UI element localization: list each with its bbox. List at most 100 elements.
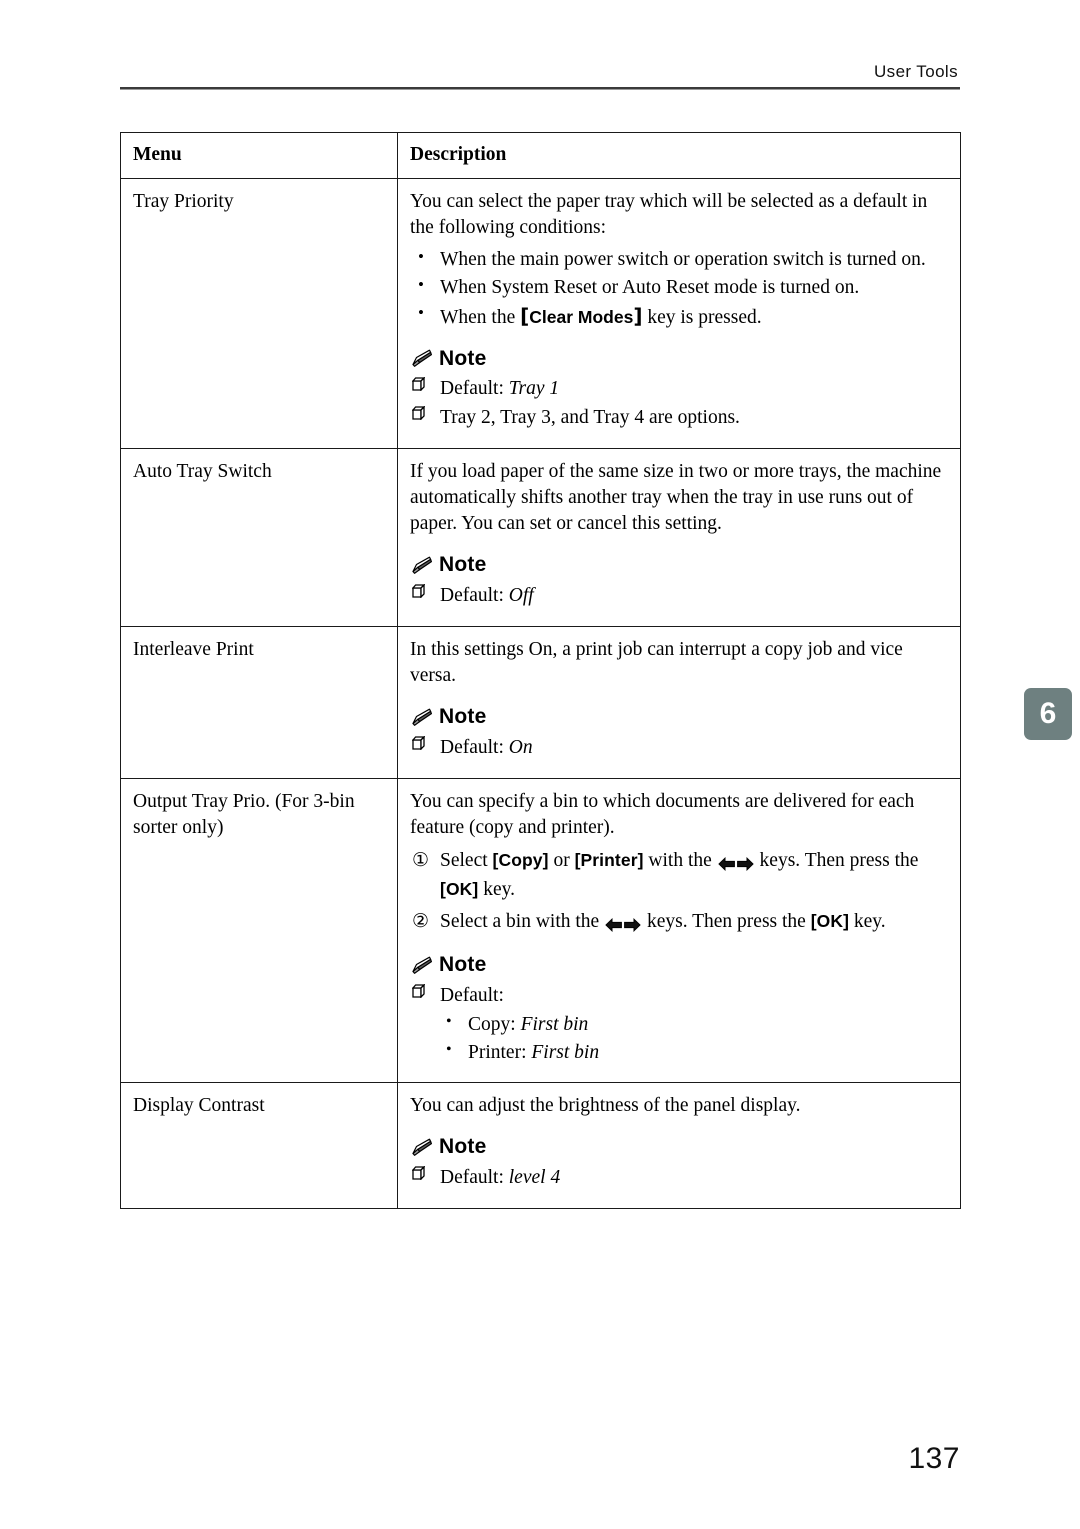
table-row: Interleave Print In this settings On, a …	[120, 625, 961, 779]
note-item-list: Default: Off	[410, 583, 948, 609]
list-item: Copy: First bin	[410, 1011, 948, 1038]
step-text: keys. Then press the	[642, 911, 811, 933]
note-label: Note	[439, 704, 487, 728]
step-text: key.	[478, 878, 515, 900]
chapter-tab-marker: 6	[1024, 688, 1072, 740]
note-heading: Note	[410, 345, 948, 373]
running-title: User Tools	[874, 62, 958, 81]
note-label: Note	[439, 553, 487, 577]
box-bullet-icon	[412, 583, 425, 598]
list-item: Default: level 4	[410, 1165, 948, 1191]
condition-bullet-list: When the main power switch or operation …	[410, 246, 948, 331]
left-arrow-key-icon	[605, 917, 622, 932]
description-cell: You can adjust the brightness of the pan…	[397, 1082, 961, 1209]
note-item-list: Default: On	[410, 735, 948, 761]
description-cell: You can select the paper tray which will…	[397, 177, 961, 450]
page-running-header: User Tools	[120, 62, 960, 90]
box-bullet-icon	[412, 406, 425, 421]
step-number-marker: ①	[412, 849, 430, 872]
clear-modes-keycap: [Clear Modes]	[520, 303, 643, 328]
table-row: Auto Tray Switch If you load paper of th…	[120, 448, 961, 627]
note-item-text: Default:	[440, 378, 509, 400]
table-body: Tray Priority You can select the paper t…	[120, 177, 961, 1209]
settings-table: Menu Description Tray Priority You can s…	[120, 132, 961, 1209]
note-label: Note	[439, 953, 487, 977]
step-number-marker: ②	[412, 910, 430, 933]
menu-name-cell: Display Contrast	[120, 1082, 398, 1209]
table-row: Tray Priority You can select the paper t…	[120, 177, 961, 450]
arrow-keys-group	[605, 911, 641, 937]
pencil-icon	[412, 350, 432, 368]
note-item-emphasis: Off	[508, 584, 534, 606]
note-item-text: Tray 2, Tray 3, and Tray 4 are options.	[440, 407, 740, 429]
pencil-icon	[412, 1138, 432, 1156]
step-text: Select a bin with the	[440, 911, 605, 933]
pencil-icon	[412, 708, 432, 726]
table-row: Output Tray Prio. (For 3-bin sorter only…	[120, 777, 961, 1084]
printer-keycap: [Printer]	[574, 850, 644, 871]
column-header-description: Description	[397, 132, 961, 179]
step-text: key.	[849, 911, 886, 933]
keycap-label: OK	[816, 911, 844, 932]
step-text: Select	[440, 850, 493, 872]
keycap-label: Printer	[580, 850, 638, 871]
description-cell: If you load paper of the same size in tw…	[397, 448, 961, 627]
note-item-text: Default:	[440, 985, 504, 1007]
note-item-emphasis: Tray 1	[508, 378, 560, 400]
note-item-text: Default:	[440, 1166, 509, 1188]
pencil-icon	[412, 556, 432, 574]
note-item-list: Default: level 4	[410, 1165, 948, 1191]
step-text: or	[548, 850, 575, 872]
pencil-icon	[412, 956, 432, 975]
description-intro: You can select the paper tray which will…	[410, 190, 928, 238]
list-item: Default: Tray 1	[410, 376, 948, 402]
note-heading: Note	[410, 703, 948, 731]
description-cell: In this settings On, a print job can int…	[397, 625, 961, 779]
note-item-text: Default:	[440, 736, 509, 758]
list-item: When System Reset or Auto Reset mode is …	[410, 274, 948, 301]
note-label: Note	[439, 1134, 487, 1158]
left-arrow-key-icon	[717, 856, 735, 871]
procedure-step-list: ① Select [Copy] or [Printer] with the key…	[410, 848, 948, 937]
note-heading: Note	[410, 951, 948, 979]
box-bullet-icon	[412, 984, 425, 999]
list-item: When the main power switch or operation …	[410, 246, 948, 273]
box-bullet-icon	[412, 377, 425, 392]
list-item: Printer: First bin	[410, 1039, 948, 1066]
note-item-list: Default:	[410, 983, 948, 1009]
page-number: 137	[908, 1442, 960, 1475]
header-divider-rule	[120, 87, 960, 90]
menu-name-cell: Tray Priority	[120, 177, 398, 450]
table-header-row: Menu Description	[120, 132, 961, 179]
description-intro: In this settings On, a print job can int…	[410, 638, 903, 686]
list-item: Default: Off	[410, 583, 948, 609]
step-text: with the	[643, 850, 717, 872]
note-item-emphasis: On	[508, 736, 533, 758]
list-item: ② Select a bin with the keys. Then press …	[410, 909, 948, 937]
keycap-label: OK	[445, 878, 473, 899]
step-text: keys. Then press the	[754, 850, 919, 872]
table-header: Menu Description	[120, 132, 961, 179]
box-bullet-icon	[412, 1165, 425, 1180]
bullet-text: When the	[440, 306, 521, 328]
arrow-keys-group	[717, 850, 754, 876]
keycap-label: Copy	[498, 850, 543, 871]
bullet-text-tail: key is pressed.	[642, 306, 762, 328]
subbullet-text: Copy:	[468, 1014, 521, 1036]
subbullet-emphasis: First bin	[531, 1042, 600, 1064]
ok-keycap: [OK]	[810, 911, 850, 932]
note-item-text: Default:	[440, 584, 509, 606]
bullet-text: When System Reset or Auto Reset mode is …	[440, 276, 860, 298]
subbullet-emphasis: First bin	[520, 1014, 589, 1036]
copy-keycap: [Copy]	[492, 850, 549, 871]
box-bullet-icon	[412, 735, 425, 750]
description-intro: You can adjust the brightness of the pan…	[410, 1095, 801, 1117]
note-label: Note	[439, 346, 487, 370]
note-default-sublist: Copy: First bin Printer: First bin	[410, 1011, 948, 1066]
ok-keycap: [OK]	[440, 878, 479, 899]
table-row: Display Contrast You can adjust the brig…	[120, 1082, 961, 1209]
list-item: ① Select [Copy] or [Printer] with the key…	[410, 848, 948, 903]
right-arrow-key-icon	[736, 856, 754, 871]
list-item: Default: On	[410, 735, 948, 761]
menu-name-cell: Output Tray Prio. (For 3-bin sorter only…	[120, 777, 398, 1084]
